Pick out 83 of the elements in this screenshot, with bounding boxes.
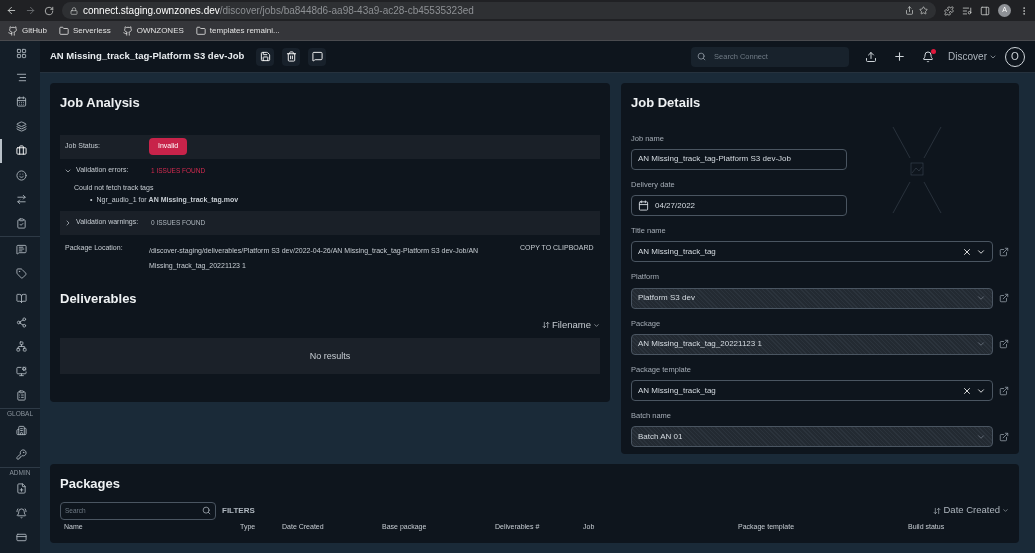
notifications-button[interactable] [922, 50, 935, 63]
sort-icon [541, 321, 550, 330]
clipboard-check-icon [15, 218, 27, 230]
lines-icon [15, 72, 27, 84]
upload-icon[interactable] [865, 50, 878, 63]
search-icon [697, 52, 707, 61]
select-value: Batch AN 01 [638, 430, 684, 443]
reload-icon[interactable] [44, 5, 54, 16]
bell-icon [922, 50, 935, 63]
select-value: AN Missing_track_tag_20221123 1 [638, 338, 763, 351]
external-link-icon[interactable] [999, 385, 1009, 396]
forward-icon[interactable] [25, 5, 36, 16]
calendar-icon [638, 200, 649, 211]
select-field[interactable]: AN Missing_track_tag [631, 380, 993, 401]
sort-button[interactable]: Filename [541, 318, 600, 333]
sort-icon [933, 506, 942, 515]
bookmark[interactable]: Serverless [58, 24, 111, 37]
discover-menu[interactable]: Discover [948, 49, 997, 64]
monitor-icon [15, 365, 27, 377]
network-icon [15, 341, 27, 353]
building-icon [15, 424, 27, 436]
book-icon [15, 292, 27, 304]
folder-icon [58, 25, 69, 36]
clipboard-icon [15, 390, 27, 402]
calendar-icon [15, 96, 27, 108]
share-icon[interactable] [905, 6, 914, 15]
grid-icon [15, 47, 27, 59]
file-plus-icon [15, 483, 27, 495]
message-icon [15, 243, 27, 255]
date-value: 04/27/2022 [655, 199, 696, 212]
tag-icon [15, 268, 27, 280]
comment-icon [311, 51, 323, 62]
select-value: Platform S3 dev [638, 292, 696, 304]
external-link-icon[interactable] [999, 431, 1009, 442]
text-field[interactable]: AN Missing_track_tag-Platform S3 dev-Job [631, 148, 847, 170]
address-bar[interactable]: connect.staging.ownzones.dev/discover/jobs/ba8448d6-aa98-43a9-ac28-cb45535323ed [62, 2, 936, 19]
back-icon[interactable] [6, 5, 17, 16]
folder-icon [195, 25, 206, 36]
github-icon [8, 25, 18, 36]
empty-message: No results [309, 349, 351, 363]
clear-icon[interactable] [962, 385, 972, 396]
clear-icon[interactable] [962, 246, 972, 257]
card-title: Packages [60, 475, 121, 493]
page-title: AN Missing_track_tag-Platform S3 dev-Job [50, 49, 245, 64]
external-link-icon[interactable] [999, 246, 1009, 257]
bookmark[interactable]: GitHub [8, 24, 47, 37]
select-value: AN Missing_track_tag [638, 384, 717, 397]
card-title: Deliverables [60, 289, 138, 308]
external-link-icon[interactable] [999, 293, 1009, 303]
comment-button[interactable] [308, 47, 327, 66]
trash-icon [285, 51, 297, 62]
chevron-right-icon [64, 218, 72, 227]
lock-icon [70, 6, 78, 15]
add-icon[interactable] [893, 50, 907, 63]
card-title: Job Details [631, 94, 702, 112]
card-icon [15, 532, 27, 544]
bookmark[interactable]: OWNZONES [122, 24, 184, 37]
external-link-icon[interactable] [999, 339, 1009, 350]
search-icon [202, 506, 211, 515]
chevron-down-icon [593, 321, 600, 329]
smiley-icon [15, 169, 27, 181]
filters-button[interactable]: FILTERS [222, 504, 255, 517]
delete-button[interactable] [282, 47, 301, 66]
bookmark[interactable]: templates remaini... [195, 24, 280, 37]
chevron-down-icon [1002, 507, 1009, 514]
github-icon [122, 25, 133, 36]
select-field[interactable]: AN Missing_track_tag [631, 241, 993, 263]
save-button[interactable] [256, 47, 275, 66]
card-title: Job Analysis [60, 94, 141, 112]
sort-button[interactable]: Date Created [933, 503, 1009, 518]
media-icon[interactable] [962, 5, 972, 16]
arrows-icon [15, 194, 27, 206]
url-text: connect.staging.ownzones.dev/discover/jobs/ba8448d6-aa98-43a9-ac28-cb45535323ed [83, 4, 475, 18]
bell-icon [15, 507, 27, 519]
extensions-icon[interactable] [944, 5, 954, 16]
layers-icon [15, 120, 27, 132]
select-value: AN Missing_track_tag [638, 245, 717, 258]
side-panel-icon[interactable] [980, 5, 990, 16]
star-icon[interactable] [919, 6, 928, 15]
key-icon [15, 448, 27, 460]
briefcase-icon [15, 145, 27, 157]
date-field[interactable]: 04/27/2022 [631, 195, 847, 216]
nodes-icon [15, 317, 27, 328]
